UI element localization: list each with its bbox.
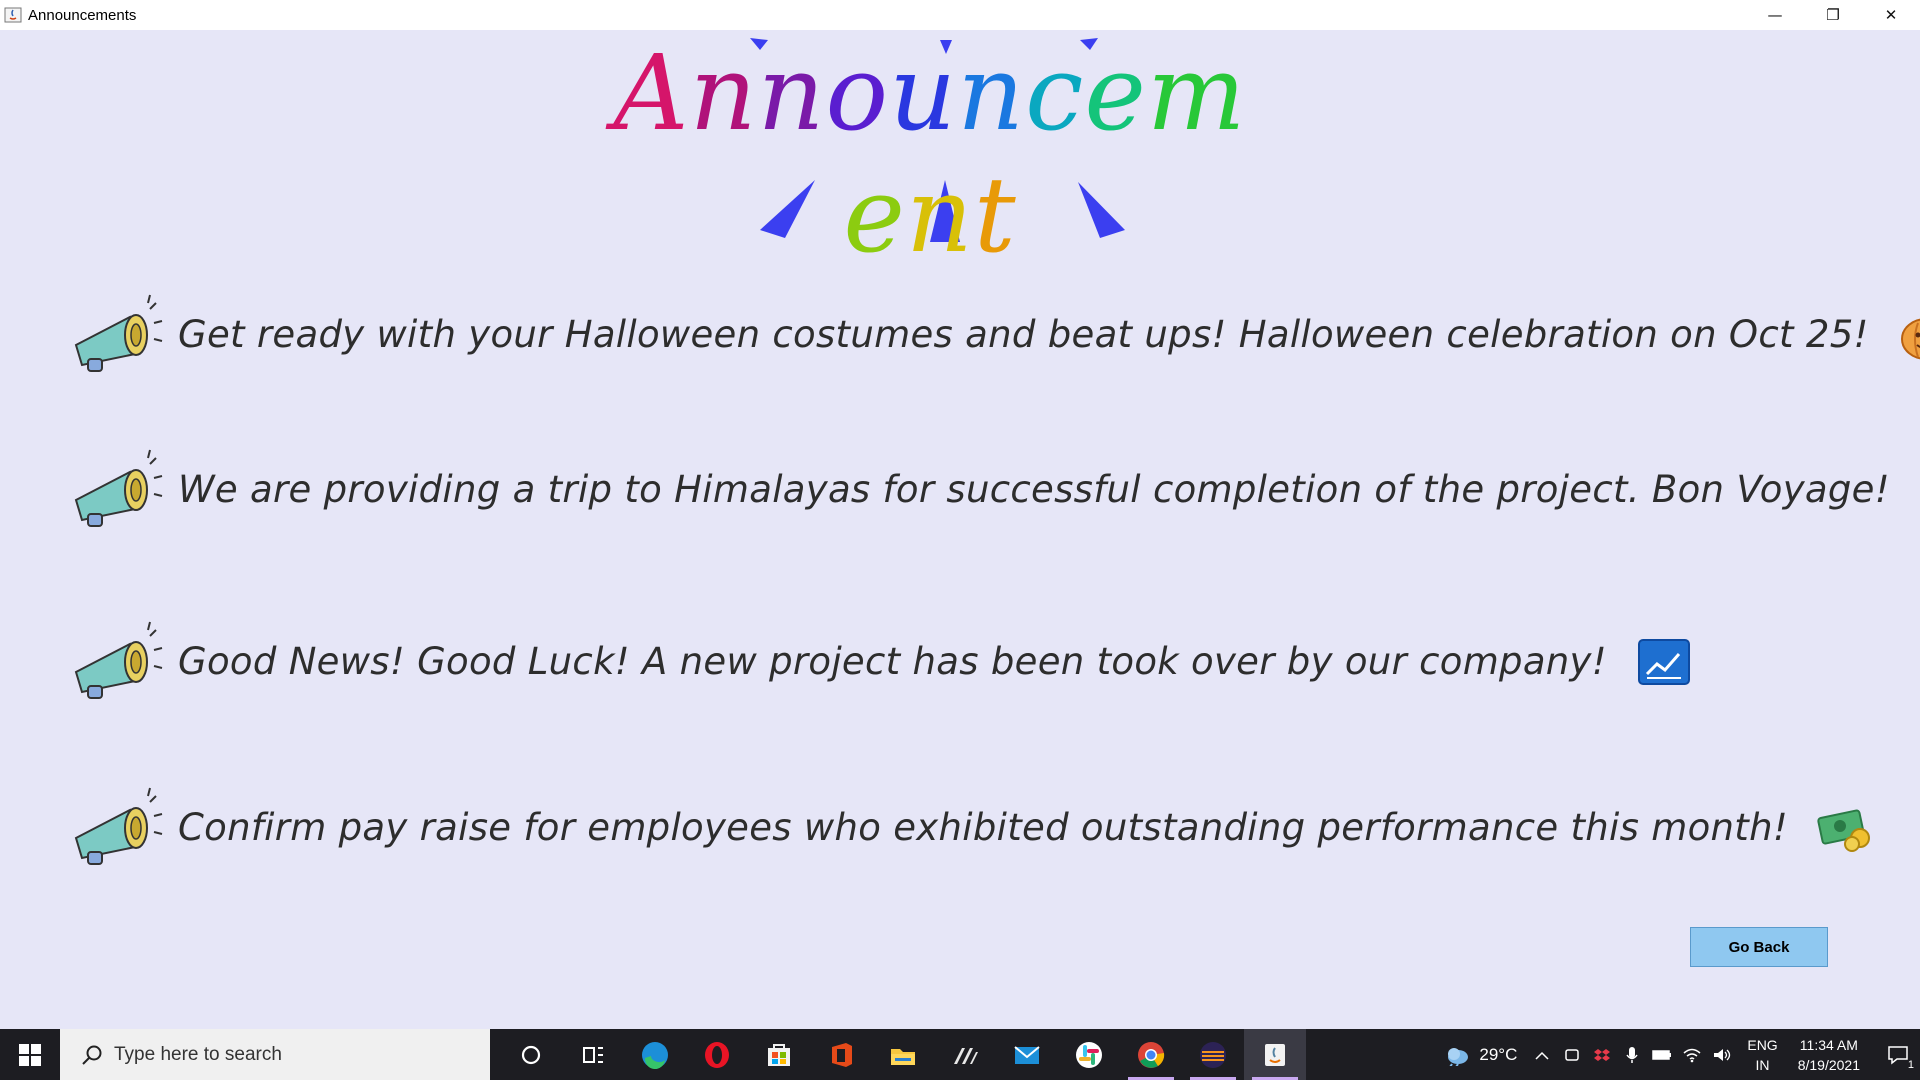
edge-icon[interactable] — [624, 1029, 686, 1080]
heading-graphic: Announcement — [600, 30, 1260, 276]
battery-icon[interactable] — [1647, 1049, 1677, 1061]
eclipse-icon[interactable] — [1182, 1029, 1244, 1080]
money-icon — [1817, 809, 1870, 852]
language-indicator[interactable]: ENG IN — [1747, 1035, 1777, 1075]
file-explorer-icon[interactable] — [872, 1029, 934, 1080]
office-icon[interactable] — [810, 1029, 872, 1080]
notification-count: 1 — [1907, 1058, 1914, 1071]
weather-temp[interactable]: 29°C — [1479, 1045, 1517, 1065]
search-placeholder: Type here to search — [114, 1043, 282, 1065]
announcement-item: Get ready with your Halloween costumes a… — [68, 289, 1920, 379]
mail-icon[interactable] — [996, 1029, 1058, 1080]
restore-button[interactable]: ❐ — [1804, 0, 1862, 30]
wifi-icon[interactable] — [1677, 1047, 1707, 1063]
announcement-item: We are providing a trip to Himalayas for… — [68, 444, 1920, 534]
pumpkin-icon — [1900, 318, 1920, 360]
clock[interactable]: 11:34 AM 8/19/2021 — [1798, 1035, 1860, 1075]
announcement-text: Good News! Good Luck! A new project has … — [178, 639, 1607, 683]
windows-taskbar: Type here to search 29°C ENG IN 11:34 AM… — [0, 1029, 1920, 1080]
heading-letter: n — [957, 32, 1026, 154]
store-icon[interactable] — [748, 1029, 810, 1080]
search-icon — [72, 1044, 112, 1066]
cortana-icon[interactable] — [500, 1029, 562, 1080]
taskbar-search-box[interactable]: Type here to search — [60, 1029, 490, 1080]
java-app-icon — [4, 6, 22, 24]
megaphone-icon — [74, 787, 163, 865]
heading-letter: e — [843, 154, 906, 276]
app-icon[interactable] — [934, 1029, 996, 1080]
megaphone-icon — [74, 294, 163, 372]
megaphone-icon — [74, 621, 163, 699]
opera-icon[interactable] — [686, 1029, 748, 1080]
announcement-item: Confirm pay raise for employees who exhi… — [68, 782, 1874, 872]
window-title: Announcements — [28, 6, 137, 24]
announcement-text: Confirm pay raise for employees who exhi… — [178, 805, 1788, 849]
chart-icon — [1637, 639, 1690, 685]
announcement-text: Get ready with your Halloween costumes a… — [178, 312, 1869, 356]
windows-logo-icon — [19, 1043, 41, 1066]
weather-icon[interactable] — [1443, 1044, 1473, 1066]
heading-letter: A — [613, 32, 690, 154]
announcements-panel: Announcement Get ready with your Hallowe… — [0, 30, 1920, 1029]
system-tray: 29°C ENG IN 11:34 AM 8/19/2021 1 — [1443, 1029, 1920, 1080]
page-title: Announcement — [600, 32, 1260, 276]
window-titlebar: Announcements — ❐ ✕ — [0, 0, 1920, 30]
heading-letter: c — [1025, 32, 1085, 154]
heading-letter: n — [757, 32, 826, 154]
go-back-button[interactable]: Go Back — [1690, 927, 1828, 967]
heading-letter: n — [905, 154, 974, 276]
notifications-icon[interactable]: 1 — [1876, 1045, 1920, 1071]
announcement-text: We are providing a trip to Himalayas for… — [178, 467, 1890, 511]
heading-letter: o — [825, 32, 890, 154]
start-button[interactable] — [0, 1029, 60, 1080]
dropbox-icon[interactable] — [1587, 1047, 1617, 1063]
slack-icon[interactable] — [1058, 1029, 1120, 1080]
microphone-icon[interactable] — [1617, 1046, 1647, 1064]
meet-now-icon[interactable] — [1557, 1047, 1587, 1063]
heading-letter: t — [973, 154, 1017, 276]
heading-letter: u — [889, 32, 958, 154]
heading-letter: e — [1084, 32, 1147, 154]
task-view-icon[interactable] — [562, 1029, 624, 1080]
announcement-item: Good News! Good Luck! A new project has … — [68, 616, 1693, 706]
heading-letter: m — [1146, 32, 1247, 154]
close-button[interactable]: ✕ — [1862, 0, 1920, 30]
chrome-icon[interactable] — [1120, 1029, 1182, 1080]
chevron-up-icon[interactable] — [1527, 1050, 1557, 1060]
minimize-button[interactable]: — — [1746, 0, 1804, 30]
java-icon[interactable] — [1244, 1029, 1306, 1080]
megaphone-icon — [74, 449, 163, 527]
heading-letter: n — [689, 32, 758, 154]
volume-icon[interactable] — [1707, 1047, 1737, 1063]
